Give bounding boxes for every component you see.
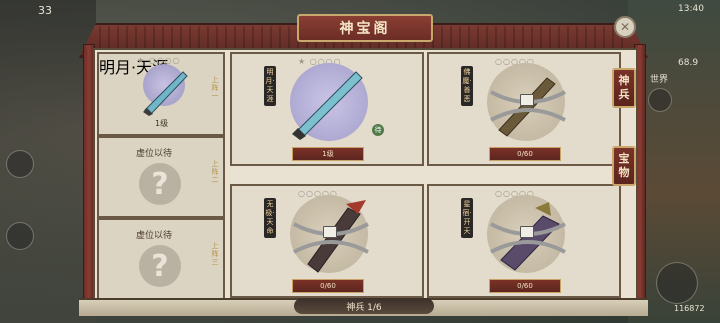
card-shard-badge: 0/60 [292,279,364,293]
hud-power-number: 116872 [674,304,705,313]
equip-slot-2[interactable]: 虚位以待 ? 上阵二 [97,136,225,218]
sword-icon [143,71,188,116]
weapon-card-2[interactable]: ○○○○○ 佛魔·善恶 0/60 [427,52,621,166]
card-shard-badge: 0/60 [489,147,561,161]
slot-tag: 上阵三 [211,242,219,266]
footer-count: 神兵 1/6 [294,298,434,314]
lock-icon [520,226,534,238]
lock-icon [323,226,337,238]
hud-skill-button[interactable] [6,150,34,178]
weapon-card-1[interactable]: ★ ○○○○ 明月·天涯 待 1级 [230,52,424,166]
hud-menu-button[interactable] [6,222,34,250]
weapon-card-4[interactable]: ○○○○○ 星宿·开天 0/60 [427,184,621,298]
sword-icon [292,71,363,140]
panel-body: ★ ○○○○ 明月·天涯 1级 上阵一 虚位以待 ? 上阵二 虚位以待 ? 上阵… [93,48,638,302]
card-weapon-name: 佛魔·善恶 [461,66,473,106]
hud-top-number: 33 [38,4,52,17]
card-weapon-name: 无极·天命 [264,198,276,238]
card-extra-badge: 待 [372,124,384,136]
tab-divine-weapons[interactable]: 神兵 [612,68,636,108]
slot-empty-label: 虚位以待 [136,231,173,241]
slot-tag: 上阵一 [211,76,219,100]
question-mark-icon: ? [139,163,181,205]
slot-empty-label: 虚位以待 [136,149,173,159]
card-shard-badge: 0/60 [489,279,561,293]
hud-character-button[interactable] [648,88,672,112]
card-level-badge: 1级 [292,147,364,161]
question-mark-icon: ? [139,245,181,287]
hud-world-label[interactable]: 世界 [650,72,668,85]
panel-title: 神宝阁 [339,21,391,37]
footer-label-text: 神兵 1/6 [346,302,382,313]
card-weapon-name: 星宿·开天 [461,198,473,238]
lock-icon [520,94,534,106]
weapon-card-3[interactable]: ○○○○○ 无极·天命 0/60 [230,184,424,298]
hud-time: 13:40 [678,4,704,14]
close-button[interactable]: ✕ [614,16,636,38]
treasure-pavilion-panel: 神宝阁 ✕ ★ ○○○○ 明月·天涯 1级 上阵一 虚位以待 ? 上阵二 虚位以… [79,14,648,316]
title-plaque: 神宝阁 [297,14,433,42]
hud-meditate-button[interactable] [656,262,698,304]
slot-level: 1级 [155,119,169,128]
equip-slot-1[interactable]: ★ ○○○○ 明月·天涯 1级 上阵一 [97,52,225,136]
card-weapon-name: 明月·天涯 [264,66,276,106]
hud-signal: 68.9 [678,58,699,68]
tab-treasures[interactable]: 宝物 [612,146,636,186]
equip-slot-3[interactable]: 虚位以待 ? 上阵三 [97,218,225,300]
slot-tag: 上阵二 [211,160,219,184]
